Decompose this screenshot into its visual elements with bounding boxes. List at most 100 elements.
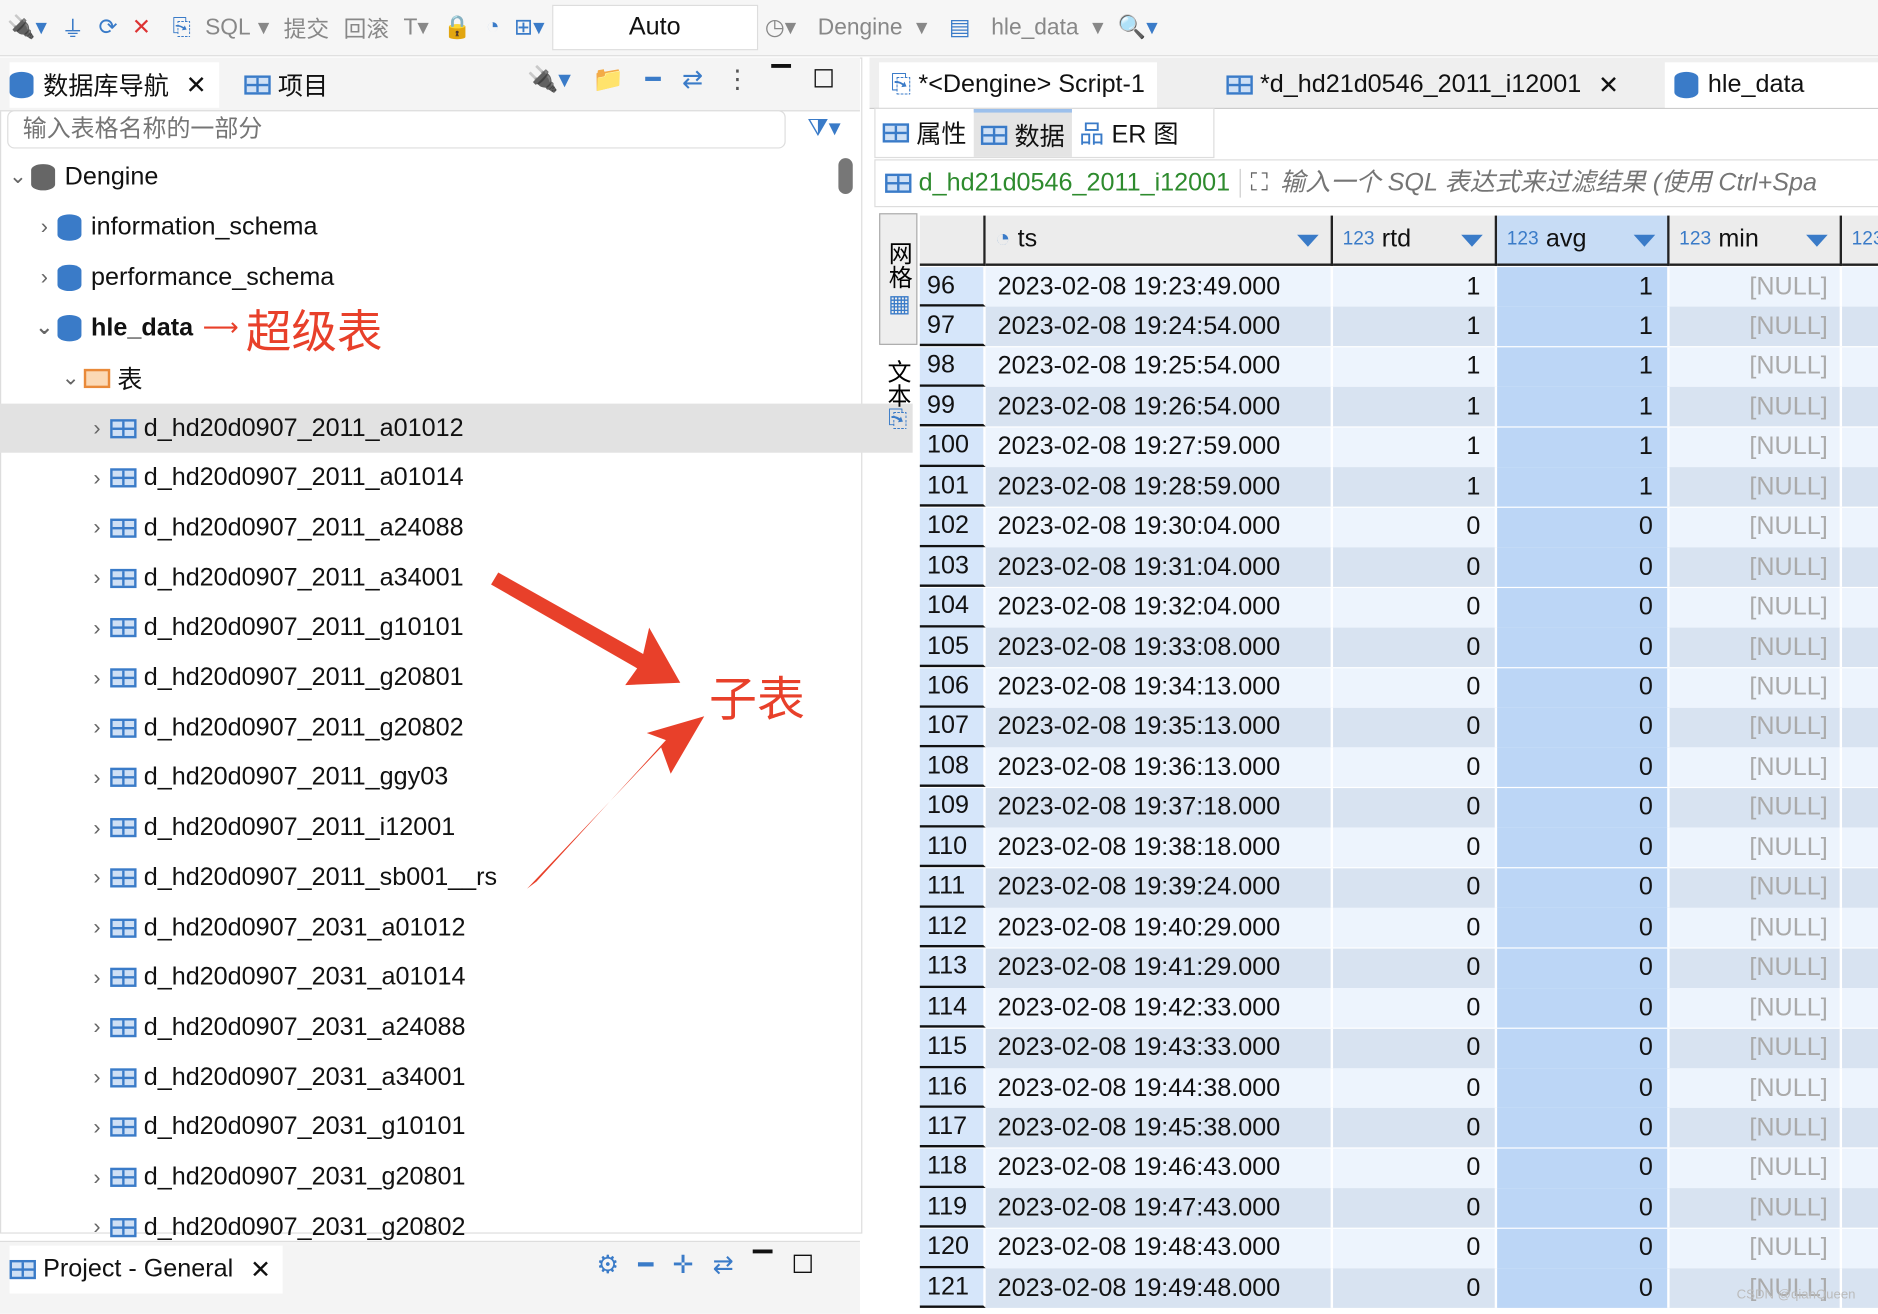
cell-next[interactable]	[1842, 467, 1878, 507]
cell-avg[interactable]: 0	[1497, 1068, 1670, 1108]
cell-next[interactable]	[1842, 307, 1878, 347]
cell-ts[interactable]: 2023-02-08 19:33:08.000	[985, 627, 1334, 668]
row-number[interactable]: 112	[919, 908, 986, 948]
table-row[interactable]: 113 2023-02-08 19:41:29.000 0 0 [NULL]	[919, 948, 1878, 988]
cell-next[interactable]	[1842, 587, 1878, 628]
cell-ts[interactable]: 2023-02-08 19:37:18.000	[985, 787, 1334, 828]
row-number[interactable]: 113	[919, 948, 986, 988]
cell-ts[interactable]: 2023-02-08 19:32:04.000	[985, 587, 1334, 628]
row-number[interactable]: 96	[919, 267, 986, 307]
column-header-min[interactable]: 123 min	[1669, 215, 1843, 266]
cell-avg[interactable]: 0	[1497, 787, 1670, 828]
cell-rtd[interactable]: 1	[1333, 347, 1498, 387]
cell-rtd[interactable]: 0	[1333, 1108, 1498, 1148]
cell-next[interactable]	[1842, 627, 1878, 668]
cell-rtd[interactable]: 0	[1333, 1228, 1498, 1269]
cell-next[interactable]	[1842, 347, 1878, 387]
table-row[interactable]: 120 2023-02-08 19:48:43.000 0 0 [NULL]	[919, 1228, 1878, 1269]
cell-next[interactable]	[1842, 427, 1878, 467]
table-row[interactable]: 118 2023-02-08 19:46:43.000 0 0 [NULL]	[919, 1148, 1878, 1188]
cell-min[interactable]: [NULL]	[1669, 1228, 1843, 1269]
cell-avg[interactable]: 0	[1497, 1148, 1670, 1188]
add-icon[interactable]: ✛	[672, 1250, 693, 1280]
cell-rtd[interactable]: 0	[1333, 787, 1498, 828]
cell-next[interactable]	[1842, 1068, 1878, 1108]
cell-rtd[interactable]: 0	[1333, 868, 1498, 908]
cell-next[interactable]	[1842, 1108, 1878, 1148]
expand-icon[interactable]: ⛶	[1250, 169, 1268, 198]
cell-avg[interactable]: 0	[1497, 707, 1670, 748]
cell-avg[interactable]: 0	[1497, 507, 1670, 547]
sort-icon[interactable]	[1461, 234, 1483, 247]
cell-next[interactable]	[1842, 747, 1878, 788]
cell-min[interactable]: [NULL]	[1669, 627, 1843, 668]
table-row[interactable]: 100 2023-02-08 19:27:59.000 1 1 [NULL]	[919, 427, 1878, 467]
gear-icon[interactable]: ⚙	[596, 1250, 619, 1280]
cell-min[interactable]: [NULL]	[1669, 787, 1843, 828]
column-header-next[interactable]: 123	[1842, 215, 1878, 266]
cell-next[interactable]	[1842, 387, 1878, 427]
cell-rtd[interactable]: 1	[1333, 387, 1498, 427]
cell-min[interactable]: [NULL]	[1669, 507, 1843, 547]
row-number[interactable]: 119	[919, 1188, 986, 1229]
row-number[interactable]: 111	[919, 868, 986, 908]
table-row[interactable]: 111 2023-02-08 19:39:24.000 0 0 [NULL]	[919, 868, 1878, 908]
cell-min[interactable]: [NULL]	[1669, 667, 1843, 708]
cell-avg[interactable]: 0	[1497, 827, 1670, 868]
cell-ts[interactable]: 2023-02-08 19:36:13.000	[985, 747, 1334, 788]
table-row[interactable]: 104 2023-02-08 19:32:04.000 0 0 [NULL]	[919, 587, 1878, 628]
cell-min[interactable]: [NULL]	[1669, 948, 1843, 988]
cell-ts[interactable]: 2023-02-08 19:47:43.000	[985, 1188, 1334, 1229]
cell-next[interactable]	[1842, 908, 1878, 948]
table-row[interactable]: 101 2023-02-08 19:28:59.000 1 1 [NULL]	[919, 467, 1878, 507]
subtab-er-diagram[interactable]: 品 ER 图	[1072, 109, 1186, 157]
cell-avg[interactable]: 0	[1497, 747, 1670, 788]
table-row[interactable]: 121 2023-02-08 19:49:48.000 0 0 [NULL]	[919, 1268, 1878, 1309]
cell-rtd[interactable]: 0	[1333, 1268, 1498, 1309]
cell-ts[interactable]: 2023-02-08 19:41:29.000	[985, 948, 1334, 988]
minimize-icon[interactable]: ▔	[753, 1250, 772, 1280]
cell-rtd[interactable]: 1	[1333, 427, 1498, 467]
row-number[interactable]: 121	[919, 1268, 986, 1309]
cell-ts[interactable]: 2023-02-08 19:28:59.000	[985, 467, 1334, 507]
cell-ts[interactable]: 2023-02-08 19:48:43.000	[985, 1228, 1334, 1269]
cell-min[interactable]: [NULL]	[1669, 547, 1843, 588]
cell-ts[interactable]: 2023-02-08 19:39:24.000	[985, 868, 1334, 908]
cell-min[interactable]: [NULL]	[1669, 988, 1843, 1028]
cell-ts[interactable]: 2023-02-08 19:30:04.000	[985, 507, 1334, 547]
sort-icon[interactable]	[1297, 234, 1319, 247]
table-row[interactable]: 115 2023-02-08 19:43:33.000 0 0 [NULL]	[919, 1028, 1878, 1068]
cell-avg[interactable]: 0	[1497, 1268, 1670, 1309]
cell-avg[interactable]: 0	[1497, 627, 1670, 668]
cell-min[interactable]: [NULL]	[1669, 1108, 1843, 1148]
table-row[interactable]: 98 2023-02-08 19:25:54.000 1 1 [NULL]	[919, 347, 1878, 387]
cell-next[interactable]	[1842, 787, 1878, 828]
row-number[interactable]: 108	[919, 747, 986, 788]
cell-next[interactable]	[1842, 988, 1878, 1028]
cell-rtd[interactable]: 0	[1333, 1188, 1498, 1229]
cell-min[interactable]: [NULL]	[1669, 467, 1843, 507]
cell-min[interactable]: [NULL]	[1669, 868, 1843, 908]
cell-next[interactable]	[1842, 507, 1878, 547]
row-number[interactable]: 117	[919, 1108, 986, 1148]
cell-avg[interactable]: 0	[1497, 587, 1670, 628]
column-header-ts[interactable]: ◔ ts	[985, 215, 1334, 266]
row-number[interactable]: 103	[919, 547, 986, 588]
row-number[interactable]: 100	[919, 427, 986, 467]
cell-min[interactable]: [NULL]	[1669, 1148, 1843, 1188]
cell-ts[interactable]: 2023-02-08 19:26:54.000	[985, 387, 1334, 427]
row-number[interactable]: 114	[919, 988, 986, 1028]
cell-ts[interactable]: 2023-02-08 19:25:54.000	[985, 347, 1334, 387]
row-number[interactable]: 118	[919, 1148, 986, 1188]
cell-rtd[interactable]: 1	[1333, 267, 1498, 307]
cell-next[interactable]	[1842, 868, 1878, 908]
row-number[interactable]: 99	[919, 387, 986, 427]
cell-next[interactable]	[1842, 1028, 1878, 1068]
sort-icon[interactable]	[1806, 234, 1828, 247]
cell-avg[interactable]: 0	[1497, 988, 1670, 1028]
cell-next[interactable]	[1842, 1228, 1878, 1269]
cell-ts[interactable]: 2023-02-08 19:44:38.000	[985, 1068, 1334, 1108]
tab-project-general[interactable]: Project - General ✕	[9, 1245, 284, 1294]
tab-script[interactable]: ⎘ *<Dengine> Script-1	[879, 62, 1157, 108]
side-tab-grid[interactable]: 网格 ▦	[879, 213, 918, 345]
